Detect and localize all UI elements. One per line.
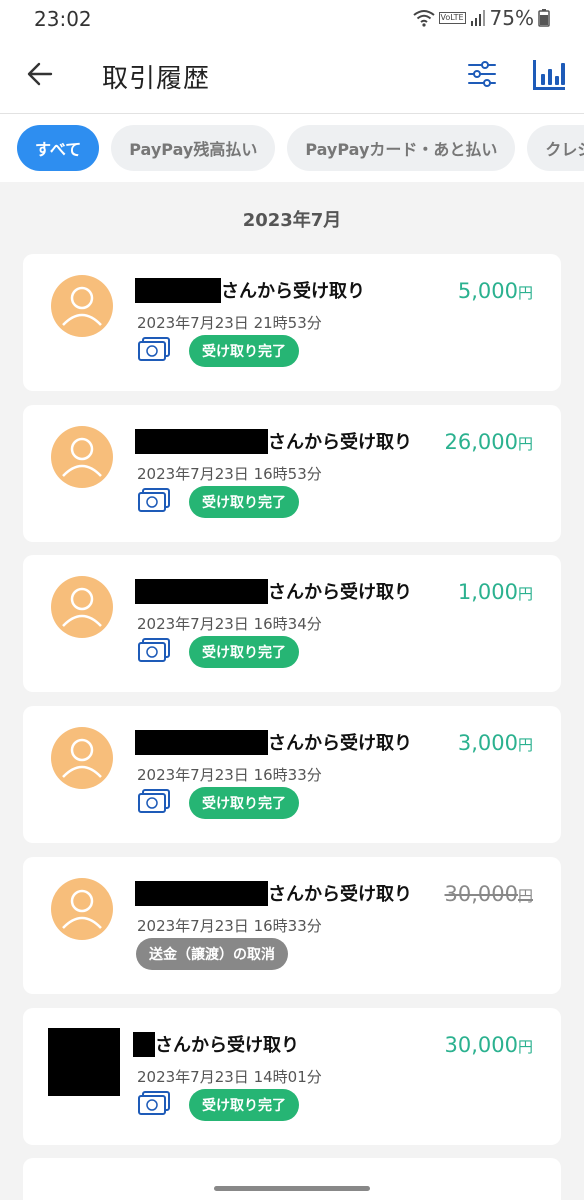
home-indicator[interactable] bbox=[214, 1186, 370, 1191]
battery-icon bbox=[538, 9, 550, 27]
tab-credit[interactable]: クレジット bbox=[527, 125, 584, 171]
transaction-amount: 1,000円 bbox=[457, 580, 533, 604]
battery-percent: 75% bbox=[489, 6, 534, 30]
chart-button[interactable] bbox=[532, 56, 566, 92]
transaction-title: さんから受け取り bbox=[268, 582, 412, 603]
status-badge: 受け取り完了 bbox=[189, 636, 299, 668]
redacted-name bbox=[135, 277, 221, 303]
user-icon bbox=[62, 286, 102, 326]
money-icon bbox=[138, 1091, 170, 1115]
money-icon bbox=[138, 337, 170, 361]
transaction-title: さんから受け取り bbox=[155, 1035, 299, 1056]
sliders-icon bbox=[468, 61, 496, 87]
status-badge: 受け取り完了 bbox=[189, 486, 299, 518]
status-badge: 受け取り完了 bbox=[189, 335, 299, 367]
signal-icon bbox=[470, 10, 485, 26]
avatar bbox=[51, 426, 113, 488]
avatar bbox=[51, 878, 113, 940]
status-icons: VoLTE 75% bbox=[412, 6, 551, 30]
avatar bbox=[48, 1028, 120, 1096]
transaction-amount: 30,000円 bbox=[444, 1033, 534, 1057]
redacted-name bbox=[135, 578, 268, 604]
avatar bbox=[51, 727, 113, 789]
transaction-date: 2023年7月23日 16時33分 bbox=[137, 917, 322, 935]
user-icon bbox=[62, 889, 102, 929]
transaction-title: さんから受け取り bbox=[221, 281, 365, 302]
tab-paypay-card[interactable]: PayPayカード・あと払い bbox=[287, 125, 516, 171]
month-header: 2023年7月 bbox=[242, 210, 342, 231]
transaction-title: さんから受け取り bbox=[268, 733, 412, 754]
bar-chart-icon bbox=[533, 60, 565, 90]
transaction-amount: 5,000円 bbox=[457, 279, 533, 303]
status-time: 23:02 bbox=[34, 7, 92, 31]
filter-button[interactable] bbox=[466, 58, 498, 90]
user-icon bbox=[62, 437, 102, 477]
user-icon bbox=[62, 738, 102, 778]
money-icon bbox=[138, 488, 170, 512]
redacted-name bbox=[135, 729, 268, 755]
status-badge: 送金（譲渡）の取消 bbox=[136, 938, 288, 970]
transaction-card[interactable]: さんから受け取り 2023年7月23日 16時53分 受け取り完了 26,000… bbox=[23, 405, 561, 542]
transaction-card[interactable]: さんから受け取り 2023年7月23日 14時01分 受け取り完了 30,000… bbox=[23, 1008, 561, 1145]
arrow-left-icon bbox=[27, 62, 53, 86]
status-bar: 23:02 VoLTE 75% bbox=[0, 0, 584, 36]
transaction-amount: 30,000円 bbox=[444, 882, 534, 906]
money-icon bbox=[138, 789, 170, 813]
back-button[interactable] bbox=[24, 58, 56, 90]
redacted-name bbox=[133, 1031, 155, 1057]
volte-icon: VoLTE bbox=[438, 12, 466, 24]
transaction-date: 2023年7月23日 16時34分 bbox=[137, 615, 322, 633]
transaction-amount: 26,000円 bbox=[444, 430, 534, 454]
transaction-amount: 3,000円 bbox=[457, 731, 533, 755]
redacted-name bbox=[135, 428, 268, 454]
user-icon bbox=[62, 587, 102, 627]
tab-all[interactable]: すべて bbox=[17, 125, 100, 171]
transaction-card[interactable]: さんから受け取り 2023年7月23日 21時53分 受け取り完了 5,000円 bbox=[23, 254, 561, 391]
transaction-date: 2023年7月23日 16時33分 bbox=[137, 766, 322, 784]
money-icon bbox=[138, 638, 170, 662]
transaction-title: さんから受け取り bbox=[268, 432, 412, 453]
app-bar: 取引履歴 bbox=[0, 36, 584, 114]
transaction-card-partial[interactable] bbox=[23, 1158, 561, 1200]
transaction-card[interactable]: さんから受け取り 2023年7月23日 16時33分 受け取り完了 3,000円 bbox=[23, 706, 561, 843]
payment-method-tabs: すべて PayPay残高払い PayPayカード・あと払い クレジット bbox=[0, 114, 584, 182]
page-title: 取引履歴 bbox=[102, 64, 211, 94]
tab-paypay-balance[interactable]: PayPay残高払い bbox=[111, 125, 276, 171]
transaction-date: 2023年7月23日 16時53分 bbox=[137, 465, 322, 483]
wifi-icon bbox=[412, 10, 435, 27]
status-badge: 受け取り完了 bbox=[189, 1089, 299, 1121]
avatar bbox=[51, 275, 113, 337]
transaction-date: 2023年7月23日 21時53分 bbox=[137, 314, 322, 332]
avatar bbox=[51, 576, 113, 638]
transaction-card[interactable]: さんから受け取り 2023年7月23日 16時33分 送金（譲渡）の取消 30,… bbox=[23, 857, 561, 994]
transaction-card[interactable]: さんから受け取り 2023年7月23日 16時34分 受け取り完了 1,000円 bbox=[23, 555, 561, 692]
transaction-title: さんから受け取り bbox=[268, 884, 412, 905]
redacted-name bbox=[135, 880, 268, 906]
status-badge: 受け取り完了 bbox=[189, 787, 299, 819]
transaction-date: 2023年7月23日 14時01分 bbox=[137, 1068, 322, 1086]
